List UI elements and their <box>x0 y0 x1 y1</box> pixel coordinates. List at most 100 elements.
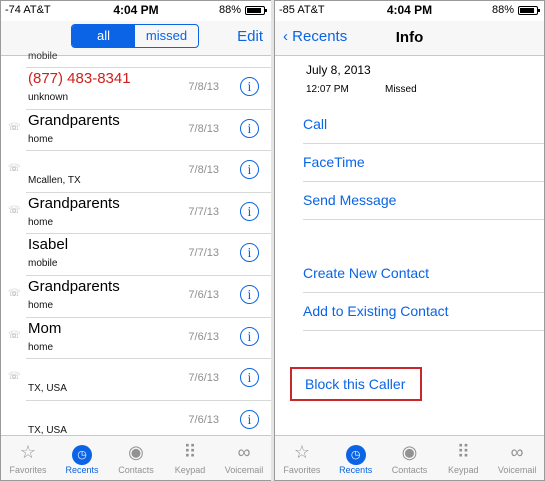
info-icon[interactable]: i <box>240 368 259 388</box>
voicemail-icon: ∞ <box>237 442 251 462</box>
tab-bar: ☆ Favorites ◷ Recents ◉ Contacts ⠿ Keypad ∞ Voice… <box>275 435 544 480</box>
tab-recents[interactable]: ◷ Recents <box>329 436 383 480</box>
tab-keypad[interactable]: ⠿ Keypad <box>436 436 490 480</box>
tab-keypad[interactable]: ⠿ Keypad <box>163 436 217 480</box>
list-item-sub: mobile <box>28 51 58 62</box>
keypad-icon: ⠿ <box>183 442 197 462</box>
call-row[interactable]: ☏ Grandparents home 7/7/13 i <box>8 193 271 235</box>
status-bar: -85 AT&T 4:04 PM 88% <box>275 1 544 21</box>
call-row[interactable]: ☏ Grandparents home 7/8/13 i <box>8 110 271 152</box>
right-phone-screen: -85 AT&T 4:04 PM 88% ‹ Recents Info July… <box>274 0 545 481</box>
status-right: 88% <box>491 4 540 16</box>
caller-label: Mcallen, TX <box>28 175 81 187</box>
info-icon[interactable]: i <box>240 284 259 304</box>
info-nav-bar: ‹ Recents Info <box>275 21 544 56</box>
outgoing-call-icon: ☏ <box>8 163 21 175</box>
tab-voicemail[interactable]: ∞ Voicemail <box>490 436 544 480</box>
caller-name: (877) 483-8341 <box>28 70 131 87</box>
info-icon[interactable]: i <box>240 326 259 346</box>
info-icon[interactable]: i <box>240 243 259 263</box>
clock-icon: ◷ <box>55 441 109 465</box>
call-button[interactable]: Call <box>303 106 544 144</box>
tab-favorites[interactable]: ☆ Favorites <box>275 436 329 480</box>
create-contact-button[interactable]: Create New Contact <box>303 255 544 293</box>
calls-filter-segment: all missed <box>71 24 199 48</box>
outgoing-call-icon: ☏ <box>8 121 21 133</box>
call-date: 7/6/13 <box>188 330 219 343</box>
tab-label: Contacts <box>391 465 428 475</box>
add-existing-contact-button[interactable]: Add to Existing Contact <box>303 293 544 331</box>
clock-icon: ◷ <box>329 441 383 465</box>
call-row[interactable]: ☏ Grandparents home 7/6/13 i <box>8 276 271 318</box>
tab-contacts[interactable]: ◉ Contacts <box>109 436 163 480</box>
call-date: 7/8/13 <box>188 81 219 93</box>
call-status: Missed <box>385 84 417 95</box>
call-row[interactable]: (877) 483-8341 unknown 7/8/13 i <box>26 68 271 110</box>
outgoing-call-icon: ☏ <box>8 287 21 299</box>
call-row[interactable]: ☏ Mom home 7/6/13 i <box>8 318 271 360</box>
outgoing-call-icon: ☏ <box>8 329 21 341</box>
block-caller-button[interactable]: Block this Caller <box>290 367 422 401</box>
star-icon: ☆ <box>19 442 37 462</box>
outgoing-call-icon: ☏ <box>8 204 21 216</box>
call-date: 7/7/13 <box>188 247 219 260</box>
tab-label: Recents <box>65 465 99 475</box>
call-row[interactable]: ☏ Mcallen, TX 7/8/13 i <box>8 151 271 193</box>
tab-label: Contacts <box>118 465 154 475</box>
caller-label: home <box>28 299 54 311</box>
battery-icon <box>245 5 267 15</box>
tab-glyph: ◷ <box>72 445 92 465</box>
call-date: 7/6/13 <box>188 288 219 301</box>
tab-label: Keypad <box>448 465 479 475</box>
segment-all[interactable]: all <box>72 25 135 47</box>
call-row[interactable]: Isabel mobile 7/7/13 i <box>26 234 271 276</box>
caller-label: unknown <box>28 92 69 103</box>
voicemail-icon: ∞ <box>510 442 524 462</box>
info-icon[interactable]: i <box>240 118 259 138</box>
send-message-button[interactable]: Send Message <box>303 182 544 220</box>
keypad-icon: ⠿ <box>456 442 470 462</box>
tab-label: Favorites <box>283 465 321 475</box>
list-item-partial: mobile <box>26 51 271 68</box>
person-icon: ◉ <box>401 442 418 462</box>
caller-label: home <box>28 133 54 145</box>
tab-favorites[interactable]: ☆ Favorites <box>1 436 55 480</box>
call-date: 7/6/13 <box>188 372 219 385</box>
tab-label: Voicemail <box>497 465 537 475</box>
battery-icon <box>518 5 540 15</box>
call-date: July 8, 2013 <box>306 63 371 77</box>
contact-actions: Call FaceTime Send Message <box>303 106 544 220</box>
info-icon[interactable]: i <box>240 77 259 96</box>
status-bar: -74 AT&T 4:04 PM 88% <box>1 1 271 21</box>
segment-missed[interactable]: missed <box>135 25 198 47</box>
battery-percent: 88% <box>218 4 241 16</box>
caller-label: home <box>28 341 54 353</box>
tab-voicemail[interactable]: ∞ Voicemail <box>217 436 271 480</box>
tab-label: Keypad <box>174 465 206 475</box>
call-row[interactable]: ☏ TX, USA 7/6/13 i <box>8 359 271 401</box>
person-icon: ◉ <box>128 442 144 462</box>
page-title: Info <box>395 29 424 46</box>
caller-name: Grandparents <box>28 194 120 212</box>
call-time: 12:07 PM <box>306 84 349 95</box>
info-icon[interactable]: i <box>240 409 259 429</box>
contact-add-actions: Create New Contact Add to Existing Conta… <box>303 255 544 331</box>
facetime-button[interactable]: FaceTime <box>303 144 544 182</box>
call-date: 7/7/13 <box>188 205 219 218</box>
info-icon[interactable]: i <box>240 201 259 221</box>
tab-contacts[interactable]: ◉ Contacts <box>383 436 437 480</box>
tab-bar: ☆ Favorites ◷ Recents ◉ Contacts ⠿ Keypad ∞ Voice… <box>1 435 271 480</box>
caller-label: TX, USA <box>28 383 67 395</box>
tab-label: Recents <box>339 465 373 475</box>
call-date: 7/6/13 <box>188 413 219 426</box>
caller-label: home <box>28 216 54 228</box>
caller-name: Isabel <box>28 236 69 254</box>
left-phone-screen: -74 AT&T 4:04 PM 88% all missed Edit mob… <box>0 0 272 481</box>
tab-recents[interactable]: ◷ Recents <box>55 436 109 480</box>
info-icon[interactable]: i <box>240 160 259 180</box>
status-right: 88% <box>218 4 267 16</box>
battery-percent: 88% <box>491 4 514 16</box>
recents-list: mobile (877) 483-8341 unknown 7/8/13 i ☏ Gran… <box>1 51 271 480</box>
edit-button[interactable]: Edit <box>237 28 263 45</box>
caller-name: Grandparents <box>28 111 120 129</box>
